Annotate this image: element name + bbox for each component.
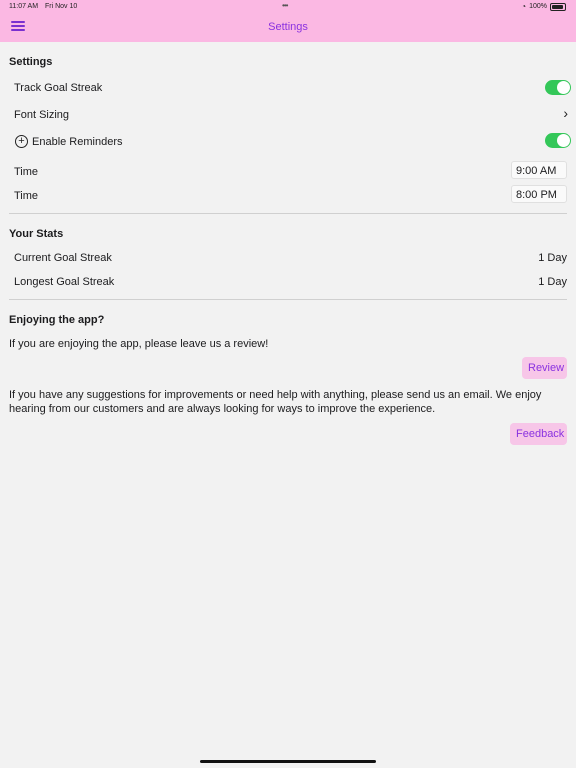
wifi-icon: ◔	[521, 2, 527, 11]
reminder-time-label: Time	[14, 190, 39, 202]
enable-reminders-toggle[interactable]	[545, 133, 571, 148]
current-streak-value: 1 Day	[538, 252, 567, 264]
page-title: Settings	[268, 21, 308, 33]
track-goal-streak-label: Track Goal Streak	[14, 82, 103, 94]
battery-percentage: 100%	[529, 3, 547, 10]
current-streak-label: Current Goal Streak	[14, 252, 112, 264]
home-indicator[interactable]	[200, 760, 376, 763]
font-sizing-label[interactable]: Font Sizing	[14, 109, 69, 121]
multitasking-dots-icon[interactable]: •••	[282, 1, 288, 10]
review-prompt-text: If you are enjoying the app, please leav…	[9, 338, 269, 350]
enjoy-section-title: Enjoying the app?	[9, 314, 105, 326]
battery-icon	[550, 2, 566, 11]
enable-reminders-label: Enable Reminders	[32, 136, 123, 148]
review-button[interactable]: Review	[522, 357, 567, 379]
longest-streak-value: 1 Day	[538, 276, 567, 288]
navigation-bar: 11:07 AM Fri Nov 10 ••• ◔ 100% Settings	[0, 0, 576, 42]
plus-circle-icon: +	[15, 135, 28, 148]
status-indicators: ◔ 100%	[521, 2, 566, 11]
chevron-right-icon[interactable]: ›	[563, 106, 568, 120]
divider	[9, 213, 567, 214]
reminder-time-label: Time	[14, 166, 39, 178]
feedback-prompt-text: If you have any suggestions for improvem…	[9, 389, 542, 415]
feedback-button[interactable]: Feedback	[510, 423, 567, 445]
longest-streak-label: Longest Goal Streak	[14, 276, 115, 288]
reminder-time-picker[interactable]: 8:00 PM	[511, 185, 567, 203]
divider	[9, 299, 567, 300]
track-goal-streak-toggle[interactable]	[545, 80, 571, 95]
status-date: Fri Nov 10	[45, 3, 78, 10]
stats-section-title: Your Stats	[9, 228, 64, 240]
settings-section-title: Settings	[9, 56, 53, 68]
status-time: 11:07 AM	[9, 3, 39, 10]
reminder-time-picker[interactable]: 9:00 AM	[511, 161, 567, 179]
